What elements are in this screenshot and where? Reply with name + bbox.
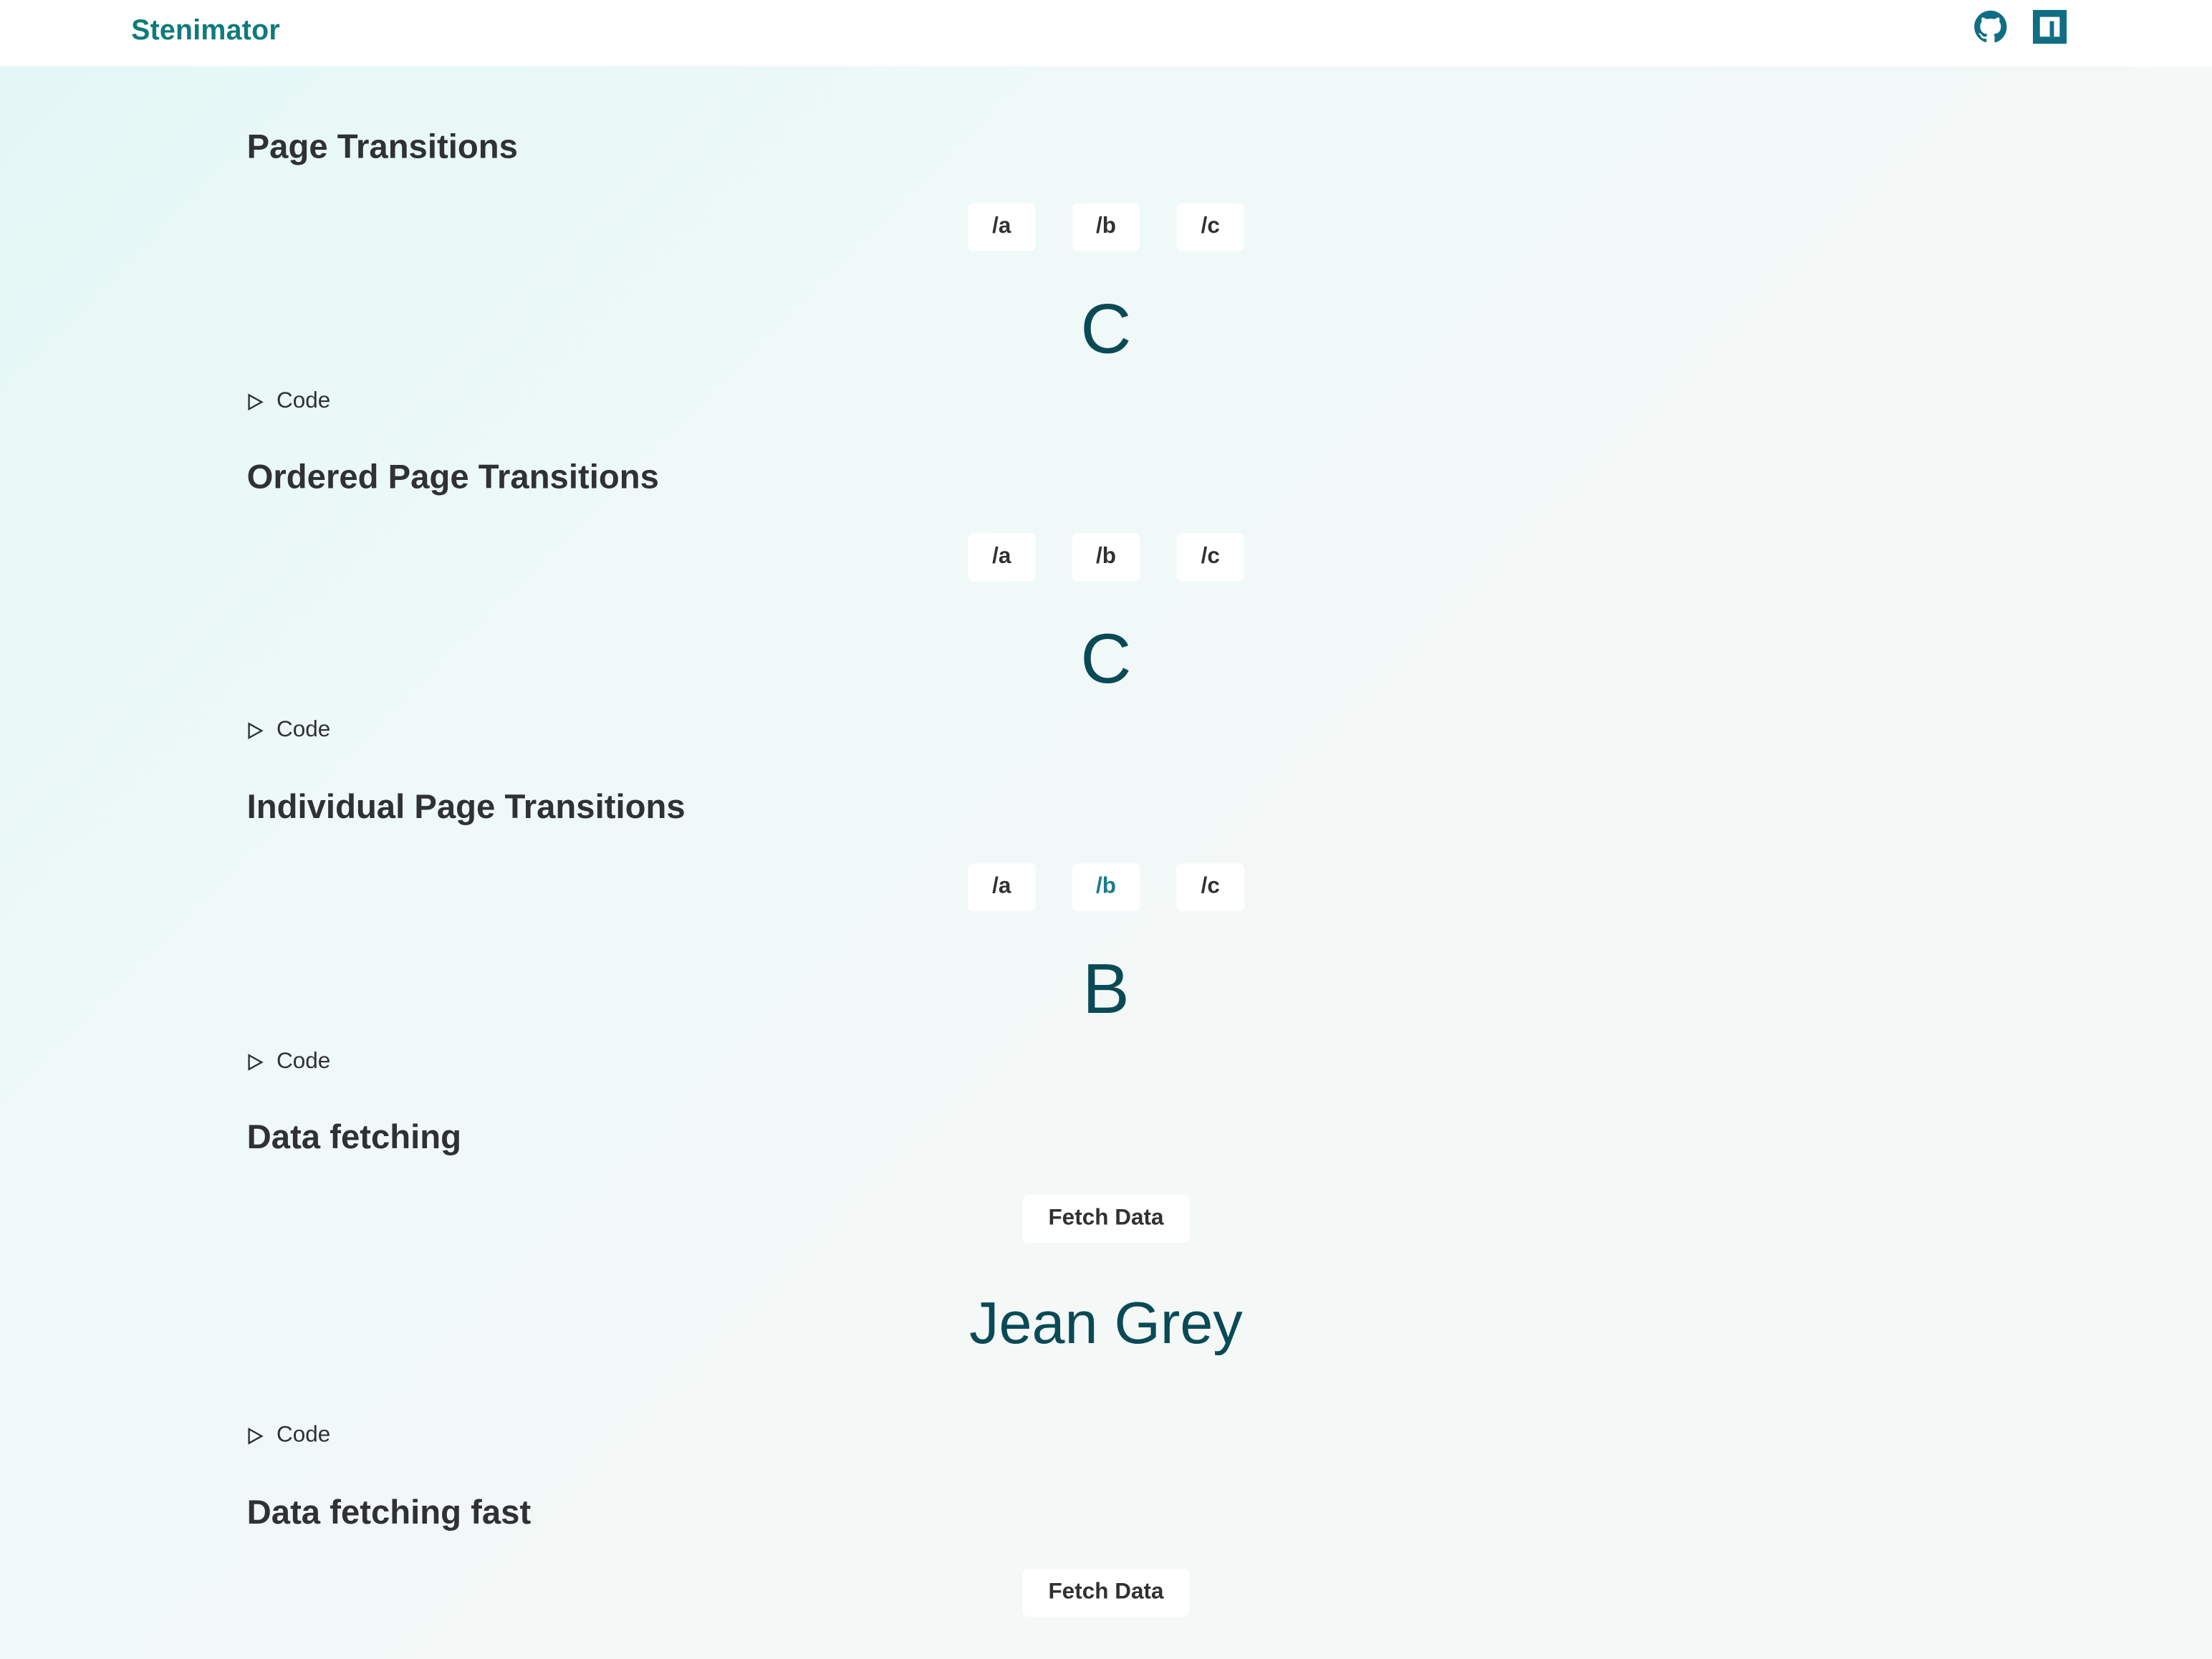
route-display: C — [1080, 289, 1132, 369]
section-title-individual-page-transitions: Individual Page Transitions — [246, 788, 686, 827]
code-toggle-label: Code — [276, 718, 331, 742]
page: Stenimator Page Transitions /a /b /c C C… — [0, 0, 2212, 1659]
route-button-c[interactable]: /c — [1176, 863, 1244, 912]
route-button-b[interactable]: /b — [1072, 203, 1140, 251]
github-icon[interactable] — [1973, 10, 2007, 44]
fetched-name: Jean Grey — [969, 1289, 1243, 1356]
route-display: C — [1080, 619, 1132, 698]
brand-link[interactable]: Stenimator — [131, 16, 280, 48]
triangle-right-icon — [248, 393, 264, 411]
fetch-data-button[interactable]: Fetch Data — [1022, 1195, 1190, 1244]
route-button-a[interactable]: /a — [968, 203, 1036, 251]
route-button-a[interactable]: /a — [968, 863, 1036, 912]
section-title-data-fetching: Data fetching — [246, 1118, 462, 1157]
section-title-ordered-page-transitions: Ordered Page Transitions — [246, 458, 659, 497]
code-toggle[interactable]: Code — [247, 389, 331, 415]
code-toggle-label: Code — [276, 1423, 331, 1448]
code-toggle[interactable]: Code — [247, 1423, 331, 1448]
code-toggle[interactable]: Code — [247, 1049, 331, 1074]
triangle-right-icon — [248, 722, 264, 739]
route-button-c[interactable]: /c — [1176, 203, 1244, 251]
section-title-page-transitions: Page Transitions — [246, 128, 518, 167]
code-toggle[interactable]: Code — [247, 718, 331, 743]
code-toggle-label: Code — [276, 1049, 331, 1074]
route-button-b[interactable]: /b — [1072, 533, 1140, 582]
triangle-right-icon — [248, 1054, 264, 1071]
section-title-data-fetching-fast: Data fetching fast — [246, 1494, 532, 1532]
npm-icon[interactable] — [2032, 9, 2067, 44]
fetch-data-button[interactable]: Fetch Data — [1022, 1568, 1190, 1617]
route-button-b-active[interactable]: /b — [1072, 863, 1140, 912]
code-toggle-label: Code — [276, 389, 331, 414]
route-display: B — [1082, 949, 1130, 1029]
navbar: Stenimator — [0, 0, 2212, 67]
route-button-a[interactable]: /a — [968, 533, 1036, 582]
route-button-c[interactable]: /c — [1176, 533, 1244, 582]
triangle-right-icon — [248, 1428, 264, 1445]
